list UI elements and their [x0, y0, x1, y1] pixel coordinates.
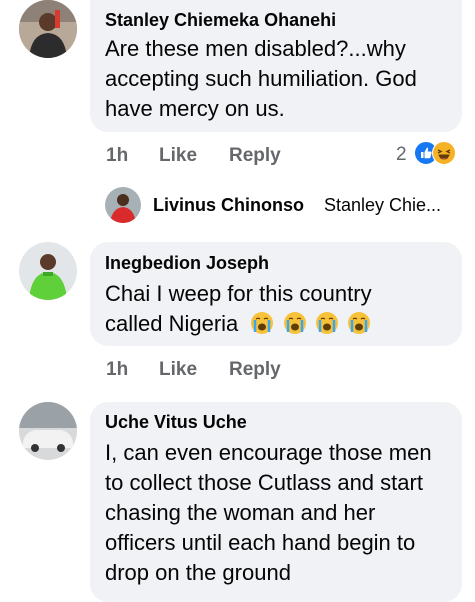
reply-button-1[interactable]: Reply — [229, 145, 281, 167]
comment-time-2[interactable]: 1h — [106, 359, 128, 381]
comment-author-3[interactable]: Uche Vitus Uche — [105, 412, 247, 433]
avatar-inegbedion-image — [19, 242, 77, 300]
comment-actions-2: 1h Like Reply — [106, 359, 466, 383]
comment-author-1[interactable]: Stanley Chiemeka Ohanehi — [105, 10, 336, 31]
like-button-2[interactable]: Like — [159, 359, 197, 381]
reply-snippet: Stanley Chie... — [324, 195, 442, 215]
avatar-livinus — [105, 187, 141, 223]
avatar-uche-image — [19, 402, 77, 460]
like-button-1[interactable]: Like — [159, 145, 197, 167]
reaction-summary-1[interactable]: 2 — [396, 141, 466, 167]
avatar-livinus-image — [105, 187, 141, 223]
comment-text-1: Are these men disabled?...why accepting … — [105, 36, 417, 121]
reply-author[interactable]: Livinus Chinonso — [153, 195, 304, 216]
reply-preview[interactable]: Livinus Chinonso Stanley Chie... — [105, 187, 465, 223]
crying-face-icon — [315, 312, 338, 334]
crying-emoji-row — [250, 311, 372, 336]
avatar-inegbedion[interactable] — [19, 242, 77, 300]
comment-text-2: Chai I weep for this country called Nige… — [105, 279, 435, 339]
crying-face-icon — [251, 312, 274, 334]
comment-author-2[interactable]: Inegbedion Joseph — [105, 253, 269, 274]
avatar-stanley-image — [19, 0, 77, 58]
haha-icon — [432, 141, 456, 165]
comment-text-3: I, can even encourage those men to colle… — [105, 440, 432, 585]
avatar-stanley[interactable] — [19, 0, 77, 58]
avatar-uche[interactable] — [19, 402, 77, 460]
comment-time-1[interactable]: 1h — [106, 145, 128, 167]
crying-face-icon — [347, 312, 370, 334]
crying-face-icon — [283, 312, 306, 334]
reply-button-2[interactable]: Reply — [229, 359, 281, 381]
reaction-count-1: 2 — [396, 144, 407, 165]
